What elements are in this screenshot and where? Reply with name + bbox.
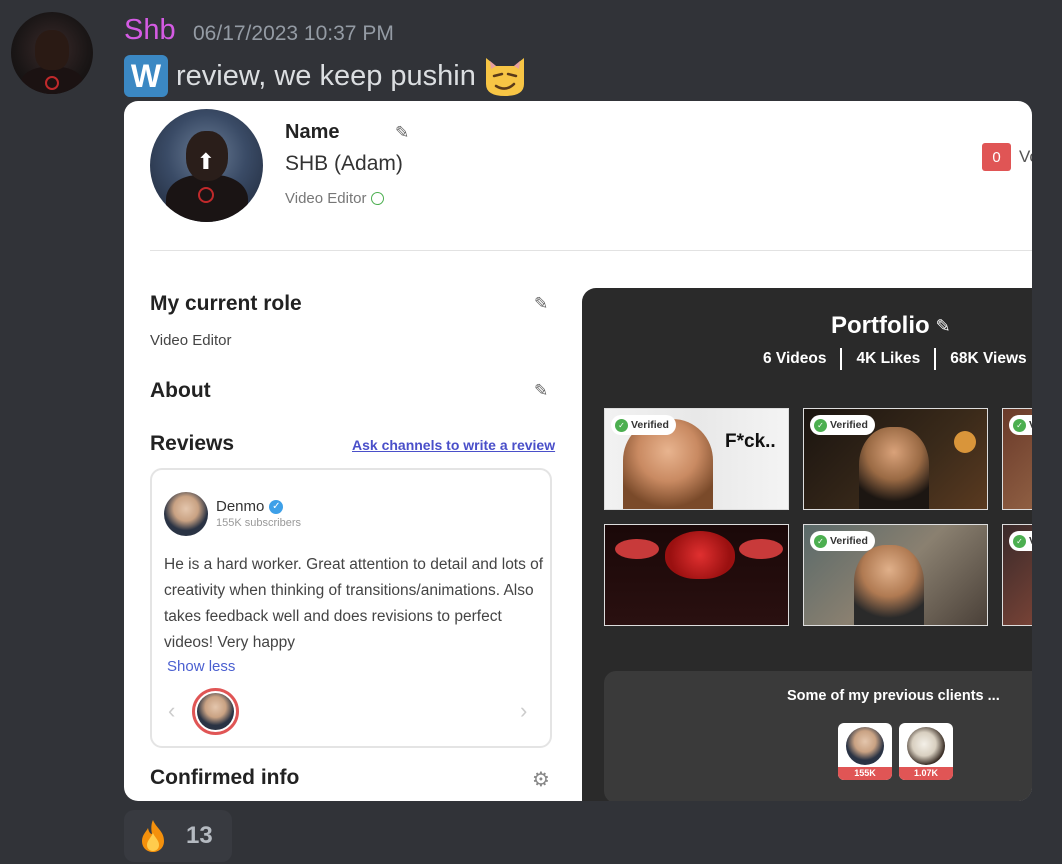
views-count: 68K Views [950,350,1027,367]
about-title: About [150,379,211,402]
upload-icon[interactable]: ⬆ [196,151,216,177]
edit-role-pencil-icon[interactable]: ✎ [534,294,548,314]
verified-badge: ✓Verified [1009,531,1032,551]
verified-check-icon: ✓ [615,418,628,432]
client-card[interactable]: 155K [838,723,892,780]
verified-check-icon: ✓ [1013,418,1026,432]
client-subscriber-count: 155K [838,767,892,780]
reaction-count: 13 [186,822,213,849]
stat-divider [934,348,937,370]
user-avatar[interactable] [11,12,93,94]
video-thumbnail[interactable]: ✓Verified [1002,524,1032,626]
reviewer-avatar [164,492,208,536]
sad-face-icon [371,192,385,205]
reviewer-subscribers: 155K subscribers [216,517,301,529]
show-less-link[interactable]: Show less [167,658,235,675]
video-thumbnail[interactable] [604,524,789,626]
profile-role: Video Editor [285,190,385,207]
review-card: Denmo ✓ 155K subscribers He is a hard wo… [150,468,552,748]
stat-divider [840,348,843,370]
portfolio-stats: 6 Videos 4K Likes 68K Views [763,348,1027,370]
verified-badge: ✓Verified [810,415,875,435]
verified-badge: ✓Verified [611,415,676,435]
portfolio-title: Portfolio ✎ [831,312,951,339]
verified-check-icon: ✓ [1013,534,1026,548]
w-emoji-icon: W [124,55,168,97]
video-thumbnail[interactable]: ✓Verified [803,524,988,626]
message-text-line: W review, we keep pushin [124,54,528,98]
fire-icon [142,820,164,852]
client-avatar [907,727,945,765]
message-text: review, we keep pushin [176,59,476,92]
video-thumbnail[interactable]: ✓Verified [1002,408,1032,510]
reviewer-thumbnail[interactable] [192,688,239,735]
count-badge: 0 [982,143,1011,171]
client-avatar [846,727,884,765]
clients-title: Some of my previous clients ... [787,688,1000,704]
review-text: He is a hard worker. Great attention to … [164,556,544,651]
prev-arrow-icon[interactable]: ‹ [168,698,175,724]
portfolio-panel: Portfolio ✎ 6 Videos 4K Likes 68K Views … [582,288,1032,801]
fire-reaction[interactable]: 13 [124,810,232,862]
likes-count: 4K Likes [856,350,921,367]
next-arrow-icon[interactable]: › [520,698,527,724]
current-role-value: Video Editor [150,332,232,349]
verified-check-icon: ✓ [269,499,284,514]
videos-count: 6 Videos [763,350,827,367]
client-subscriber-count: 1.07K [899,767,953,780]
edit-portfolio-pencil-icon[interactable]: ✎ [936,316,951,337]
embedded-screenshot[interactable]: ⬆ Name ✎ SHB (Adam) Video Editor 0 Vo My… [124,101,1032,801]
video-thumbnail[interactable]: ✓Verified [803,408,988,510]
edit-about-pencil-icon[interactable]: ✎ [534,381,548,401]
username[interactable]: Shb [124,14,176,47]
name-value: SHB (Adam) [285,152,403,175]
verified-badge: ✓Verified [810,531,875,551]
thumbnail-caption: F*ck.. [725,431,776,452]
divider [150,250,1032,251]
video-thumbnail[interactable]: ✓ Verified F*ck.. [604,408,789,510]
gear-icon[interactable]: ⚙ [532,767,550,792]
previous-clients-panel: Some of my previous clients ... 155K 1.0… [604,671,1032,801]
profile-picture[interactable]: ⬆ [150,109,263,222]
edit-name-pencil-icon[interactable]: ✎ [395,123,409,143]
client-card[interactable]: 1.07K [899,723,953,780]
smirking-cat-icon [485,58,524,96]
reviewer-name: Denmo ✓ [216,498,284,515]
truncated-label: Vo [1019,147,1032,166]
verified-check-icon: ✓ [814,418,827,432]
verified-check-icon: ✓ [814,534,827,548]
ask-review-link[interactable]: Ask channels to write a review [352,437,555,453]
confirmed-info-title: Confirmed info [150,766,300,789]
message-timestamp: 06/17/2023 10:37 PM [193,22,394,45]
name-label: Name [285,121,340,143]
reviews-title: Reviews [150,432,235,455]
current-role-title: My current role [150,292,302,315]
verified-badge: ✓Verified [1009,415,1032,435]
